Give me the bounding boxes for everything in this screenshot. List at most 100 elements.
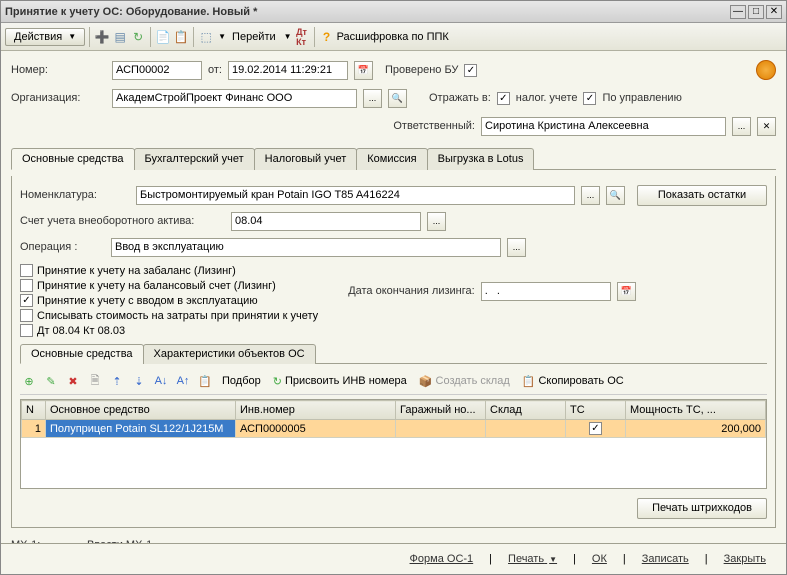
ok-button[interactable]: ОК [582, 550, 617, 568]
tab-commission[interactable]: Комиссия [356, 148, 427, 170]
c1-label: Принятие к учету на забаланс (Лизинг) [37, 265, 236, 277]
nalog-label: налог. учете [516, 92, 578, 104]
account-select-icon[interactable]: ... [427, 212, 446, 231]
c2-checkbox[interactable] [20, 279, 33, 292]
cell-garage[interactable] [396, 420, 486, 438]
list-icon[interactable]: ▤ [112, 29, 128, 45]
grid-add-icon[interactable]: ⊕ [20, 372, 38, 390]
grid-down-icon[interactable]: ⇣ [130, 372, 148, 390]
col-n[interactable]: N [22, 401, 46, 420]
refresh-icon[interactable]: ↻ [130, 29, 146, 45]
upr-checkbox[interactable]: ✓ [583, 92, 596, 105]
c1-checkbox[interactable] [20, 264, 33, 277]
reflect-label: Отражать в: [429, 92, 491, 104]
add-icon[interactable]: ➕ [94, 29, 110, 45]
subtab-os[interactable]: Основные средства [20, 344, 144, 364]
upr-label: По управлению [602, 92, 681, 104]
structure-icon[interactable]: ⬚ [198, 29, 214, 45]
c4-label: Списывать стоимость на затраты при приня… [37, 310, 318, 322]
c5-label: Дт 08.04 Кт 08.03 [37, 325, 125, 337]
close-button[interactable]: ✕ [766, 5, 782, 19]
grid-edit-icon[interactable]: ✎ [42, 372, 60, 390]
org-input[interactable] [112, 89, 357, 108]
tab-tax[interactable]: Налоговый учет [254, 148, 358, 170]
decode-button[interactable]: Расшифровка по ППК [337, 31, 449, 43]
grid-assign-button[interactable]: ↻ Присвоить ИНВ номера [269, 375, 411, 388]
resp-clear-icon[interactable]: ✕ [757, 117, 776, 136]
col-wh[interactable]: Склад [486, 401, 566, 420]
grid-fill-icon[interactable]: 📋 [196, 372, 214, 390]
checked-bu-checkbox[interactable]: ✓ [464, 64, 477, 77]
globe-icon[interactable] [756, 60, 776, 80]
c4-checkbox[interactable] [20, 309, 33, 322]
nalog-checkbox[interactable]: ✓ [497, 92, 510, 105]
checked-bu-label: Проверено БУ [385, 64, 458, 76]
col-power[interactable]: Мощность ТС, ... [626, 401, 766, 420]
c3-checkbox[interactable]: ✓ [20, 294, 33, 307]
cell-inv[interactable]: АСП0000005 [236, 420, 396, 438]
nomen-input[interactable] [136, 186, 575, 205]
cell-power[interactable]: 200,000 [626, 420, 766, 438]
col-ts[interactable]: ТС [566, 401, 626, 420]
maximize-button[interactable]: □ [748, 5, 764, 19]
chevron-down-icon: ▼ [549, 555, 557, 564]
col-inv[interactable]: Инв.номер [236, 401, 396, 420]
lease-calendar-icon[interactable]: 📅 [617, 282, 636, 301]
minimize-button[interactable]: — [730, 5, 746, 19]
form-os1-button[interactable]: Форма ОС-1 [400, 550, 484, 568]
print-barcodes-button[interactable]: Печать штрихкодов [637, 498, 767, 519]
ts-checkbox[interactable]: ✓ [589, 422, 602, 435]
clipboard-icon[interactable]: 📋 [173, 29, 189, 45]
os-grid[interactable]: N Основное средство Инв.номер Гаражный н… [21, 400, 766, 438]
actions-button[interactable]: Действия ▼ [5, 28, 85, 46]
col-name[interactable]: Основное средство [46, 401, 236, 420]
toolbar: Действия ▼ ➕ ▤ ↻ 📄 📋 ⬚ ▼ Перейти ▼ ДтКт … [1, 23, 786, 51]
save-button[interactable]: Записать [632, 550, 699, 568]
tab-lotus[interactable]: Выгрузка в Lotus [427, 148, 535, 170]
cell-n[interactable]: 1 [22, 420, 46, 438]
operation-input[interactable] [111, 238, 501, 257]
show-balance-button[interactable]: Показать остатки [637, 185, 767, 206]
grid-copy-icon[interactable]: 🗎 [86, 372, 104, 390]
chevron-down-icon[interactable]: ▼ [218, 32, 226, 41]
main-tabs: Основные средства Бухгалтерский учет Нал… [11, 147, 776, 170]
cell-wh[interactable] [486, 420, 566, 438]
col-garage[interactable]: Гаражный но... [396, 401, 486, 420]
nomen-search-icon[interactable]: 🔍 [606, 186, 625, 205]
chevron-down-icon[interactable]: ▼ [284, 32, 292, 41]
resp-label: Ответственный: [393, 120, 475, 132]
table-row[interactable]: 1 Полуприцеп Potain SL122/1J215M АСП0000… [22, 420, 766, 438]
grid-create-wh-button[interactable]: 📦 Создать склад [415, 375, 514, 388]
number-input[interactable] [112, 61, 202, 80]
c5-checkbox[interactable] [20, 324, 33, 337]
org-select-icon[interactable]: ... [363, 89, 382, 108]
c2-label: Принятие к учету на балансовый счет (Лиз… [37, 280, 276, 292]
grid-sort-desc-icon[interactable]: A↑ [174, 372, 192, 390]
calendar-icon[interactable]: 📅 [354, 61, 373, 80]
tab-os[interactable]: Основные средства [11, 148, 135, 170]
cell-ts[interactable]: ✓ [566, 420, 626, 438]
resp-input[interactable] [481, 117, 726, 136]
grid-select-button[interactable]: Подбор [218, 375, 265, 387]
print-button[interactable]: Печать ▼ [498, 550, 567, 568]
resp-select-icon[interactable]: ... [732, 117, 751, 136]
lease-end-input[interactable] [481, 282, 611, 301]
cell-name[interactable]: Полуприцеп Potain SL122/1J215M [46, 420, 236, 438]
goto-button[interactable]: Перейти [232, 31, 276, 43]
grid-sort-asc-icon[interactable]: A↓ [152, 372, 170, 390]
close-window-button[interactable]: Закрыть [714, 550, 776, 568]
org-search-icon[interactable]: 🔍 [388, 89, 407, 108]
tab-accounting[interactable]: Бухгалтерский учет [134, 148, 255, 170]
operation-select-icon[interactable]: ... [507, 238, 526, 257]
nomen-select-icon[interactable]: ... [581, 186, 600, 205]
org-label: Организация: [11, 92, 106, 104]
account-input[interactable] [231, 212, 421, 231]
grid-delete-icon[interactable]: ✖ [64, 372, 82, 390]
help-icon[interactable]: ? [319, 29, 335, 45]
grid-up-icon[interactable]: ⇡ [108, 372, 126, 390]
grid-copy-os-button[interactable]: 📋 Скопировать ОС [518, 375, 628, 388]
report-icon[interactable]: 📄 [155, 29, 171, 45]
date-input[interactable] [228, 61, 348, 80]
dkt-icon[interactable]: ДтКт [294, 29, 310, 45]
subtab-characteristics[interactable]: Характеристики объектов ОС [143, 344, 316, 364]
